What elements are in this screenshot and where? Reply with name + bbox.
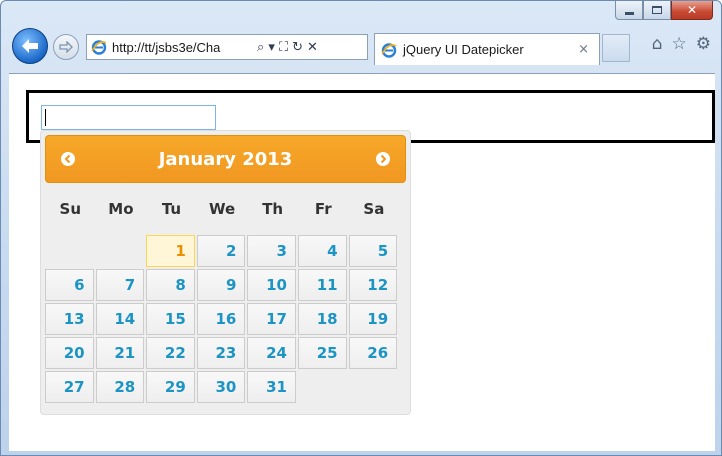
- datepicker-popup: January 2013 Su Mo Tu We Th Fr Sa 123456…: [40, 130, 411, 415]
- address-url: http://tt/jsbs3e/Cha: [112, 39, 221, 55]
- day-cell[interactable]: 15: [146, 303, 195, 335]
- refresh-icon[interactable]: ↻: [292, 41, 303, 54]
- day-cell[interactable]: 29: [146, 371, 195, 403]
- favorites-star-icon[interactable]: ☆: [672, 36, 687, 53]
- home-icon[interactable]: ⌂: [652, 36, 663, 53]
- empty-day-cell: [298, 371, 347, 403]
- day-cell[interactable]: 17: [247, 303, 296, 335]
- calendar-week-row: 27 28 29 30 31: [45, 371, 406, 403]
- close-icon: ✕: [686, 3, 698, 17]
- day-cell[interactable]: 10: [247, 269, 296, 301]
- restore-button[interactable]: [643, 1, 671, 20]
- address-bar[interactable]: http://tt/jsbs3e/Cha ⌕ ▾ ⛶ ↻ ✕: [86, 34, 368, 60]
- day-cell[interactable]: 19: [348, 303, 398, 335]
- close-window-button[interactable]: ✕: [671, 1, 713, 20]
- minimize-icon: [624, 11, 634, 15]
- day-cell[interactable]: 27: [45, 371, 94, 403]
- weekday-label: Fr: [314, 200, 332, 218]
- day-cell[interactable]: 8: [146, 269, 195, 301]
- browser-window: ✕ http://tt/jsbs3e/Cha ⌕ ▾ ⛶ ↻ ✕ jQuery …: [0, 0, 722, 456]
- page-viewport: January 2013 Su Mo Tu We Th Fr Sa 123456…: [9, 73, 715, 451]
- day-cell-today[interactable]: 1: [146, 235, 195, 267]
- day-cell[interactable]: 23: [196, 337, 246, 369]
- calendar-week-row: 12345: [45, 235, 406, 267]
- empty-day-cell: [45, 235, 94, 267]
- restore-icon: [652, 6, 662, 14]
- day-cell[interactable]: 25: [297, 337, 347, 369]
- navigation-bar: http://tt/jsbs3e/Cha ⌕ ▾ ⛶ ↻ ✕ jQuery UI…: [9, 25, 713, 67]
- day-cell[interactable]: 14: [95, 303, 145, 335]
- day-cell[interactable]: 12: [348, 269, 398, 301]
- day-cell[interactable]: 5: [348, 235, 398, 267]
- address-tools: ⌕ ▾ ⛶ ↻ ✕: [257, 41, 318, 54]
- month-title: January 2013: [158, 148, 293, 170]
- day-cell[interactable]: 21: [95, 337, 145, 369]
- new-tab-button[interactable]: [602, 34, 630, 62]
- calendar-week-row: 6 7 8 9 10 11 12: [45, 269, 406, 301]
- datepicker-header: January 2013: [45, 135, 406, 183]
- day-cell[interactable]: 18: [297, 303, 347, 335]
- tab-ie-logo-icon: [381, 42, 397, 58]
- day-cell[interactable]: 4: [297, 235, 347, 267]
- weekday-label: Th: [262, 200, 284, 218]
- ie-logo-icon: [91, 40, 107, 55]
- day-cell[interactable]: 31: [247, 371, 296, 403]
- settings-gear-icon[interactable]: ⚙: [696, 36, 711, 53]
- day-cell[interactable]: 11: [297, 269, 347, 301]
- weekday-label: Sa: [363, 200, 385, 218]
- day-cell[interactable]: 24: [247, 337, 296, 369]
- weekday-label: Mo: [108, 200, 134, 218]
- text-cursor: [45, 109, 46, 126]
- tab-close-icon[interactable]: ×: [578, 42, 589, 57]
- browser-toolbar-icons: ⌂ ☆ ⚙: [652, 36, 711, 53]
- empty-day-cell: [349, 371, 398, 403]
- tab-title: jQuery UI Datepicker: [403, 42, 524, 57]
- tab-jquery-datepicker[interactable]: jQuery UI Datepicker ×: [374, 33, 600, 65]
- day-cell[interactable]: 3: [247, 235, 296, 267]
- day-cell[interactable]: 30: [196, 371, 246, 403]
- calendar-week-row: 13 14 15 16 17 18 19: [45, 303, 406, 335]
- forward-arrow-icon: [59, 41, 73, 53]
- calendar-grid: 1 2 3 4 5 6 7 8 9 10 11 12 13 14 15 16 17 18 19 20 21 22 23 24 2…: [45, 235, 406, 403]
- day-cell[interactable]: 6: [45, 269, 94, 301]
- compatibility-view-icon[interactable]: ⛶: [279, 41, 288, 54]
- day-cell[interactable]: 22: [146, 337, 195, 369]
- day-cell[interactable]: 13: [45, 303, 94, 335]
- weekday-header-row: Su Mo Tu We Th Fr Sa: [45, 185, 406, 233]
- window-controls: ✕: [615, 1, 713, 21]
- day-cell[interactable]: 7: [95, 269, 145, 301]
- day-cell[interactable]: 28: [95, 371, 145, 403]
- day-cell[interactable]: 9: [196, 269, 246, 301]
- back-arrow-icon: [22, 39, 38, 53]
- prev-month-icon[interactable]: [60, 151, 76, 167]
- weekday-label: Tu: [161, 200, 182, 218]
- forward-button[interactable]: [53, 34, 79, 60]
- weekday-label: We: [208, 200, 236, 218]
- stop-icon[interactable]: ✕: [307, 41, 318, 54]
- day-cell[interactable]: 2: [196, 235, 246, 267]
- next-month-icon[interactable]: [375, 151, 391, 167]
- day-cell[interactable]: 20: [45, 337, 94, 369]
- calendar-week-row: 20 21 22 23 24 25 26: [45, 337, 406, 369]
- day-cell[interactable]: 16: [196, 303, 246, 335]
- day-cell[interactable]: 26: [348, 337, 398, 369]
- date-input[interactable]: [41, 105, 216, 130]
- empty-day-cell: [96, 235, 145, 267]
- weekday-label: Su: [59, 200, 82, 218]
- back-button[interactable]: [12, 28, 48, 64]
- search-dropdown-icon[interactable]: ⌕ ▾: [257, 41, 275, 54]
- minimize-button[interactable]: [615, 1, 643, 20]
